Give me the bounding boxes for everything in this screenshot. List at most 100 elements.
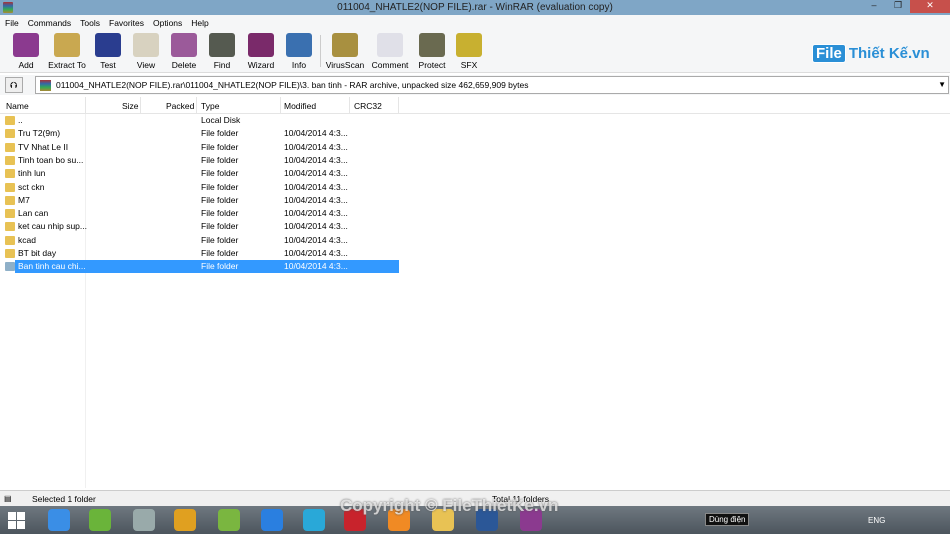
- protect-icon: [419, 33, 445, 57]
- comment-icon: [377, 33, 403, 57]
- file-row[interactable]: BT bit day File folder 10/04/2014 4:3...: [0, 247, 400, 260]
- windows-start-icon[interactable]: [8, 512, 25, 529]
- menu-options[interactable]: Options: [153, 18, 182, 28]
- button-label: Extract To: [48, 60, 86, 70]
- button-label: Info: [291, 60, 307, 70]
- file-row[interactable]: Tinh toan bo su... File folder 10/04/201…: [0, 154, 400, 167]
- folder-icon: [5, 142, 15, 152]
- menu-file[interactable]: File: [5, 18, 19, 28]
- file-type: File folder: [201, 221, 239, 232]
- test-button[interactable]: Test: [88, 33, 128, 70]
- file-name: M7: [18, 194, 30, 205]
- button-label: SFX: [460, 60, 478, 70]
- file-modified: 10/04/2014 4:3...: [284, 181, 348, 192]
- find-icon: [209, 33, 235, 57]
- file-type: Local Disk: [201, 115, 241, 125]
- file-name: Lan can: [18, 208, 49, 219]
- folder-icon: [5, 155, 15, 165]
- title-bar: 011004_NHATLE2(NOP FILE).rar - WinRAR (e…: [0, 0, 950, 15]
- file-name: ket cau nhip sup...: [18, 221, 87, 232]
- file-row[interactable]: ket cau nhip sup... File folder 10/04/20…: [0, 220, 400, 233]
- restore-button[interactable]: ❐: [886, 0, 910, 13]
- file-row[interactable]: tinh lun File folder 10/04/2014 4:3...: [0, 167, 400, 180]
- coccoc-icon[interactable]: [218, 509, 240, 531]
- file-row[interactable]: Lan can File folder 10/04/2014 4:3...: [0, 207, 400, 220]
- file-modified: 10/04/2014 4:3...: [284, 208, 348, 219]
- column-crc32[interactable]: CRC32: [354, 101, 382, 111]
- file-type: File folder: [201, 168, 239, 179]
- menu-tools[interactable]: Tools: [80, 18, 100, 28]
- wizard-button[interactable]: Wizard: [241, 33, 281, 70]
- file-row[interactable]: .. Local Disk: [0, 114, 400, 127]
- file-name: Ban tinh cau chi...: [18, 261, 86, 272]
- file-name: Tinh toan bo su...: [18, 154, 84, 165]
- info-button[interactable]: Info: [279, 33, 319, 70]
- view-button[interactable]: View: [126, 33, 166, 70]
- button-label: Comment: [371, 60, 409, 70]
- column-size[interactable]: Size: [122, 101, 139, 111]
- file-type: File folder: [201, 181, 239, 192]
- menu-help[interactable]: Help: [191, 18, 208, 28]
- filethietke-logo: File Thiết Kế.vn: [812, 44, 930, 63]
- file-modified: 10/04/2014 4:3...: [284, 261, 348, 272]
- file-type: File folder: [201, 234, 239, 245]
- column-header: Name Size Packed Type Modified CRC32: [0, 97, 950, 114]
- file-row[interactable]: Ban tinh cau chi... File folder 10/04/20…: [5, 260, 399, 274]
- button-label: Protect: [418, 60, 446, 70]
- file-row[interactable]: M7 File folder 10/04/2014 4:3...: [0, 194, 400, 207]
- file-name: tinh lun: [18, 168, 46, 179]
- file-row[interactable]: Tru T2(9m) File folder 10/04/2014 4:3...: [0, 127, 400, 140]
- column-packed[interactable]: Packed: [166, 101, 194, 111]
- toolbar-separator: [320, 35, 321, 67]
- file-modified: 10/04/2014 4:3...: [284, 248, 348, 258]
- chrome-icon[interactable]: [174, 509, 196, 531]
- virusscan-icon: [332, 33, 358, 57]
- file-name: kcad: [18, 234, 36, 245]
- zalo-icon[interactable]: [261, 509, 283, 531]
- internet-explorer-icon[interactable]: [48, 509, 70, 531]
- minimize-button[interactable]: –: [862, 0, 886, 13]
- up-folder-button[interactable]: ⮉: [5, 77, 23, 93]
- column-name[interactable]: Name: [6, 101, 29, 111]
- file-name: sct ckn: [18, 181, 45, 192]
- delete-button[interactable]: Delete: [164, 33, 204, 70]
- language-indicator[interactable]: ENG: [868, 516, 885, 525]
- protect-button[interactable]: Protect: [412, 33, 452, 70]
- button-label: Find: [213, 60, 231, 70]
- button-label: Wizard: [247, 60, 275, 70]
- add-button[interactable]: Add: [6, 33, 46, 70]
- button-label: View: [136, 60, 156, 70]
- column-modified[interactable]: Modified: [284, 101, 316, 111]
- file-list[interactable]: Name Size Packed Type Modified CRC32 .. …: [0, 97, 950, 488]
- folder-icon: [5, 209, 15, 219]
- chevron-down-icon[interactable]: ▼: [938, 77, 946, 93]
- folder-icon: [5, 249, 15, 258]
- paint-icon[interactable]: [133, 509, 155, 531]
- file-type: File folder: [201, 248, 239, 258]
- find-button[interactable]: Find: [202, 33, 242, 70]
- path-combobox[interactable]: 011004_NHATLE2(NOP FILE).rar\011004_NHAT…: [35, 76, 949, 94]
- utorrent-icon[interactable]: [89, 509, 111, 531]
- extract-icon: [54, 33, 80, 57]
- menu-favorites[interactable]: Favorites: [109, 18, 144, 28]
- file-type: File folder: [201, 194, 239, 205]
- rar-archive-icon: [40, 80, 51, 91]
- file-type: File folder: [201, 128, 239, 139]
- extract-to-button[interactable]: Extract To: [47, 33, 87, 70]
- file-row[interactable]: kcad File folder 10/04/2014 4:3...: [0, 234, 400, 247]
- power-tooltip: Dùng điện: [705, 513, 750, 526]
- app-p-icon[interactable]: [303, 509, 325, 531]
- path-text: 011004_NHATLE2(NOP FILE).rar\011004_NHAT…: [56, 80, 529, 90]
- virusscan-button[interactable]: VirusScan: [325, 33, 365, 70]
- comment-button[interactable]: Comment: [370, 33, 410, 70]
- file-modified: 10/04/2014 4:3...: [284, 168, 348, 179]
- folder-icon: [5, 116, 15, 125]
- column-type[interactable]: Type: [201, 101, 219, 111]
- sfx-button[interactable]: SFX: [449, 33, 489, 70]
- test-icon: [95, 33, 121, 57]
- close-button[interactable]: ✕: [910, 0, 950, 13]
- menu-commands[interactable]: Commands: [28, 18, 71, 28]
- sfx-icon: [456, 33, 482, 57]
- file-row[interactable]: TV Nhat Le II File folder 10/04/2014 4:3…: [0, 141, 400, 154]
- file-row[interactable]: sct ckn File folder 10/04/2014 4:3...: [0, 181, 400, 194]
